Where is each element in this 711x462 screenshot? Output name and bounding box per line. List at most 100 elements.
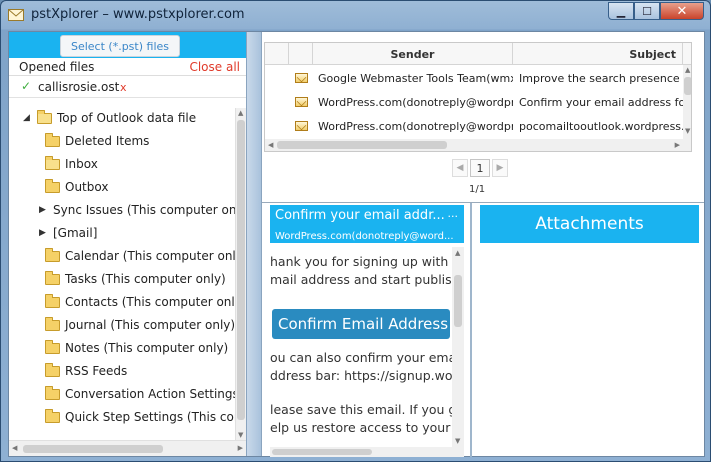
folder-label: Tasks (This computer only): [65, 272, 226, 286]
scroll-right-icon[interactable]: ▶: [238, 444, 243, 452]
close-button[interactable]: ✕: [660, 2, 704, 20]
opened-files-label: Opened files: [19, 60, 95, 74]
folder-tree-item[interactable]: ◢ Top of Outlook data file: [23, 108, 196, 128]
folder-tree-item[interactable]: Journal (This computer only): [39, 315, 235, 335]
scroll-down-icon[interactable]: ▼: [685, 127, 690, 135]
folder-tree: ◢ Top of Outlook data file Deleted Items In…: [9, 108, 235, 440]
folder-tree-item[interactable]: Quick Step Settings (This comp: [39, 407, 235, 427]
opened-file-item[interactable]: ✓ callisrosie.ost x: [9, 76, 246, 98]
message-list-vertical-scrollbar[interactable]: ▲ ▼: [683, 65, 691, 151]
opened-files-header: Opened files Close all: [9, 58, 246, 76]
folder-icon: [45, 293, 60, 308]
folder-icon: [45, 178, 60, 193]
folder-icon: [45, 247, 60, 262]
reading-pane-divider[interactable]: [470, 203, 472, 457]
confirm-email-button[interactable]: Confirm Email Address: [272, 309, 450, 339]
current-page-button[interactable]: 1: [470, 159, 490, 177]
folder-tree-item[interactable]: ▶ [Gmail]: [39, 223, 97, 243]
message-sender: WordPress.com(donotreply@wordpre...: [318, 120, 513, 133]
body-line: hank you for signing up with W: [270, 254, 452, 269]
folder-tree-item[interactable]: RSS Feeds: [39, 361, 127, 381]
folder-icon: [45, 362, 60, 377]
folder-label: Calendar (This computer only): [65, 249, 235, 263]
opened-file-name[interactable]: callisrosie.ost: [38, 80, 119, 94]
email-sender: WordPress.com(donotreply@word...: [275, 231, 454, 242]
scroll-up-icon[interactable]: ▲: [238, 109, 243, 117]
message-row[interactable]: WordPress.com(donotreply@wordpre... pocom…: [265, 115, 683, 139]
app-window: pstXplorer – www.pstxplorer.com ▁ ☐ ✕ Se…: [0, 0, 711, 462]
expand-arrow-icon[interactable]: ◢: [23, 113, 33, 123]
scroll-up-icon[interactable]: ▲: [685, 66, 690, 74]
message-subject: Improve the search presence of h: [519, 72, 683, 85]
scroll-left-icon[interactable]: ◀: [12, 444, 17, 452]
maximize-button[interactable]: ☐: [634, 2, 660, 20]
expand-arrow-icon[interactable]: ▶: [39, 228, 49, 238]
message-list-horizontal-scrollbar[interactable]: ◀ ▶: [265, 139, 683, 151]
subject-column-header[interactable]: Subject: [513, 43, 683, 65]
check-icon: ✓: [21, 79, 32, 93]
folder-tree-item[interactable]: Contacts (This computer only): [39, 292, 235, 312]
scrollbar-thumb[interactable]: [277, 141, 447, 149]
sender-column-header[interactable]: Sender: [313, 43, 513, 65]
folder-icon: [45, 339, 60, 354]
minimize-button[interactable]: ▁: [608, 2, 634, 20]
folder-icon: [45, 270, 60, 285]
client-area: Select (*.pst) files Opened files Close …: [8, 31, 705, 457]
folder-label: Deleted Items: [65, 134, 150, 148]
folder-tree-horizontal-scrollbar[interactable]: ◀ ▶: [9, 440, 246, 456]
folder-tree-item[interactable]: Notes (This computer only): [39, 338, 228, 358]
folder-tree-item[interactable]: Calendar (This computer only): [39, 246, 235, 266]
flag-column-header[interactable]: [289, 43, 313, 65]
scrollbar-thumb[interactable]: [23, 445, 163, 453]
email-header: Confirm your email addr... ... WordPress…: [270, 205, 464, 243]
scrollbar-thumb[interactable]: [454, 275, 462, 327]
scrollbar-thumb[interactable]: [272, 449, 372, 455]
folder-label: [Gmail]: [53, 226, 98, 240]
folder-label: Notes (This computer only): [65, 341, 229, 355]
message-row[interactable]: Google Webmaster Tools Team(wmx-... Impro…: [265, 67, 683, 91]
body-line: ddress bar: https://signup.wor: [270, 368, 452, 383]
message-row[interactable]: WordPress.com(donotreply@wordpre... Confi…: [265, 91, 683, 115]
folder-tree-item[interactable]: ▶ Sync Issues (This computer only): [39, 200, 235, 220]
body-line: lease save this email. If you g: [270, 402, 452, 417]
envelope-icon: [295, 121, 308, 131]
folder-panel: Select (*.pst) files Opened files Close …: [9, 32, 246, 456]
more-icon[interactable]: ...: [448, 207, 459, 220]
folder-tree-item[interactable]: Deleted Items: [39, 131, 149, 151]
email-body-horizontal-scrollbar[interactable]: [270, 447, 464, 457]
scrollbar-thumb[interactable]: [237, 120, 245, 420]
scrollbar-thumb[interactable]: [684, 77, 691, 95]
scroll-left-icon[interactable]: ◀: [268, 141, 273, 149]
folder-tree-vertical-scrollbar[interactable]: ▲ ▼: [235, 108, 246, 440]
remove-file-button[interactable]: x: [120, 81, 127, 94]
folder-label: Top of Outlook data file: [57, 111, 197, 125]
scroll-down-icon[interactable]: ▼: [238, 431, 243, 439]
folder-icon: [45, 132, 60, 147]
next-page-button[interactable]: ▶: [492, 159, 508, 177]
message-list-header: Sender Subject: [265, 43, 691, 65]
window-controls: ▁ ☐ ✕: [608, 2, 704, 20]
scroll-right-icon[interactable]: ▶: [675, 141, 680, 149]
icon-column-header[interactable]: [265, 43, 289, 65]
message-subject: pocomailtooutlook.wordpress.com: [519, 120, 683, 133]
scroll-down-icon[interactable]: ▼: [455, 437, 460, 445]
pane-splitter[interactable]: [246, 32, 262, 456]
folder-label: Quick Step Settings (This comp: [65, 410, 235, 424]
page-count: 1/1: [469, 184, 486, 195]
folder-tree-item[interactable]: Inbox: [39, 154, 98, 174]
previous-page-button[interactable]: ◀: [452, 159, 468, 177]
body-line: mail address and start publish: [270, 272, 452, 287]
close-all-link[interactable]: Close all: [189, 60, 240, 74]
folder-tree-item[interactable]: Outbox: [39, 177, 108, 197]
folder-tree-item[interactable]: Tasks (This computer only): [39, 269, 226, 289]
email-body-vertical-scrollbar[interactable]: ▲ ▼: [452, 247, 464, 447]
select-pst-files-button[interactable]: Select (*.pst) files: [60, 35, 180, 57]
reading-pane: Confirm your email addr... ... WordPress…: [262, 202, 704, 457]
folder-label: RSS Feeds: [65, 364, 128, 378]
window-title: pstXplorer – www.pstxplorer.com: [31, 7, 245, 22]
folder-label: Outbox: [65, 180, 109, 194]
scroll-up-icon[interactable]: ▲: [455, 249, 460, 257]
pager: ◀ 1 ▶: [452, 159, 508, 177]
expand-arrow-icon[interactable]: ▶: [39, 205, 49, 215]
folder-tree-item[interactable]: Conversation Action Settings (T: [39, 384, 235, 404]
